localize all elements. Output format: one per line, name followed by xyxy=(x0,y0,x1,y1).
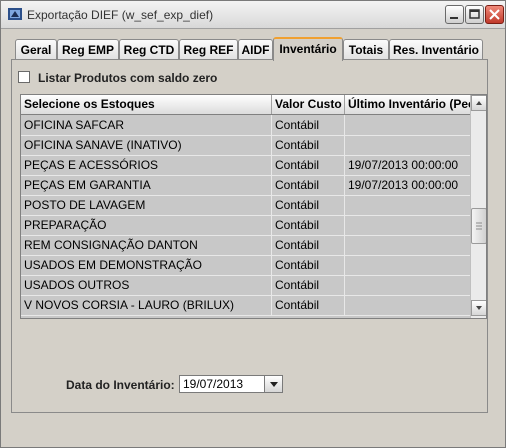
row-estoque: USADOS OUTROS xyxy=(21,275,272,295)
tab-res-inventario[interactable]: Res. Inventário xyxy=(389,39,483,59)
row-valor-custo: Contábil xyxy=(272,235,345,255)
title-bar[interactable]: Exportação DIEF (w_sef_exp_dief) xyxy=(1,1,505,29)
table-row[interactable]: OFICINA SAFCAR Contábil xyxy=(21,115,470,136)
scroll-thumb[interactable] xyxy=(471,208,486,244)
grid-header: Selecione os Estoques Valor Custo Último… xyxy=(21,95,470,115)
row-estoque: POSTO DE LAVAGEM xyxy=(21,195,272,215)
tab-inventario[interactable]: Inventário xyxy=(273,37,343,61)
client-area: Geral Reg EMP Reg CTD Reg REF AIDF Inven… xyxy=(1,29,505,447)
row-ultimo-inventario xyxy=(345,215,470,235)
estoques-grid[interactable]: Selecione os Estoques Valor Custo Último… xyxy=(20,94,487,319)
row-ultimo-inventario: 19/07/2013 00:00:00 xyxy=(348,158,459,172)
tab-totais[interactable]: Totais xyxy=(343,39,389,59)
inventory-date-dropdown-button[interactable] xyxy=(264,375,283,393)
row-estoque: PREPARAÇÃO xyxy=(21,215,272,235)
minimize-icon xyxy=(450,17,458,19)
row-valor-custo: Contábil xyxy=(272,295,345,315)
scroll-up-button[interactable] xyxy=(471,95,486,111)
row-valor-custo: Contábil xyxy=(272,115,345,135)
table-row[interactable]: PEÇAS EM GARANTIA Contábil 19/07/2013 00… xyxy=(21,175,470,196)
scroll-down-button[interactable] xyxy=(471,300,486,316)
chevron-down-icon xyxy=(270,382,278,387)
row-valor-custo: Contábil xyxy=(272,135,345,155)
row-estoque: V NOVOS CORSIA - LAURO (BRILUX) xyxy=(21,295,272,315)
arrow-down-icon xyxy=(476,306,482,310)
row-valor-custo: Contábil xyxy=(272,195,345,215)
table-row[interactable]: POSTO DE LAVAGEM Contábil xyxy=(21,195,470,216)
row-estoque: USADOS EM DEMONSTRAÇÃO xyxy=(21,255,272,275)
vertical-scrollbar[interactable] xyxy=(470,95,486,318)
window: Exportação DIEF (w_sef_exp_dief) Geral R… xyxy=(0,0,506,448)
row-estoque: OFICINA SANAVE (INATIVO) xyxy=(21,135,272,155)
row-estoque: PEÇAS EM GARANTIA xyxy=(21,175,272,195)
tab-aidf[interactable]: AIDF xyxy=(238,39,273,59)
row-valor-custo: Contábil xyxy=(272,155,345,175)
row-ultimo-inventario xyxy=(345,195,470,215)
tab-geral[interactable]: Geral xyxy=(15,39,57,59)
row-ultimo-inventario xyxy=(345,295,470,315)
minimize-button[interactable] xyxy=(445,5,464,24)
table-row[interactable]: REM CONSIGNAÇÃO DANTON Contábil xyxy=(21,235,470,256)
row-ultimo-inventario xyxy=(345,115,470,135)
row-valor-custo: Contábil xyxy=(272,175,345,195)
table-row[interactable]: USADOS EM DEMONSTRAÇÃO Contábil xyxy=(21,255,470,276)
row-ultimo-inventario xyxy=(345,135,470,155)
close-icon xyxy=(489,9,500,20)
row-estoque: PEÇAS E ACESSÓRIOS xyxy=(21,155,272,175)
table-row[interactable]: PEÇAS E ACESSÓRIOS Contábil 19/07/2013 0… xyxy=(21,155,470,176)
maximize-button[interactable] xyxy=(465,5,484,24)
tab-reg-emp[interactable]: Reg EMP xyxy=(57,39,119,59)
row-valor-custo: Contábil xyxy=(272,215,345,235)
tab-panel-inventario: Listar Produtos com saldo zero Selecione… xyxy=(11,59,488,413)
column-header-ultimo-inventario[interactable]: Último Inventário (Peç xyxy=(345,95,470,114)
row-valor-custo: Contábil xyxy=(272,275,345,295)
arrow-up-icon xyxy=(476,101,482,105)
table-row[interactable]: OFICINA SANAVE (INATIVO) Contábil xyxy=(21,135,470,156)
window-title: Exportação DIEF (w_sef_exp_dief) xyxy=(27,8,214,22)
row-ultimo-inventario xyxy=(345,235,470,255)
column-header-valor-custo[interactable]: Valor Custo xyxy=(272,95,345,114)
row-ultimo-inventario xyxy=(345,255,470,275)
table-row[interactable]: PREPARAÇÃO Contábil xyxy=(21,215,470,236)
saldo-zero-label: Listar Produtos com saldo zero xyxy=(38,71,218,85)
tab-reg-ref[interactable]: Reg REF xyxy=(179,39,238,59)
saldo-zero-checkbox[interactable] xyxy=(18,71,30,83)
close-button[interactable] xyxy=(485,5,504,24)
row-estoque: OFICINA SAFCAR xyxy=(21,115,272,135)
column-header-estoques[interactable]: Selecione os Estoques xyxy=(21,95,272,114)
row-estoque: REM CONSIGNAÇÃO DANTON xyxy=(21,235,272,255)
row-valor-custo: Contábil xyxy=(272,255,345,275)
grid-body: Selecione os Estoques Valor Custo Último… xyxy=(21,95,470,318)
row-ultimo-inventario: 19/07/2013 00:00:00 xyxy=(348,178,459,192)
app-icon xyxy=(7,6,23,22)
maximize-icon xyxy=(469,9,480,19)
row-ultimo-inventario xyxy=(345,275,470,295)
inventory-date-label: Data do Inventário: xyxy=(66,378,175,392)
tab-reg-ctd[interactable]: Reg CTD xyxy=(119,39,179,59)
table-row[interactable]: V NOVOS CORSIA - LAURO (BRILUX) Contábil xyxy=(21,295,470,316)
inventory-date-field[interactable]: 19/07/2013 xyxy=(179,375,265,393)
table-row[interactable]: USADOS OUTROS Contábil xyxy=(21,275,470,296)
